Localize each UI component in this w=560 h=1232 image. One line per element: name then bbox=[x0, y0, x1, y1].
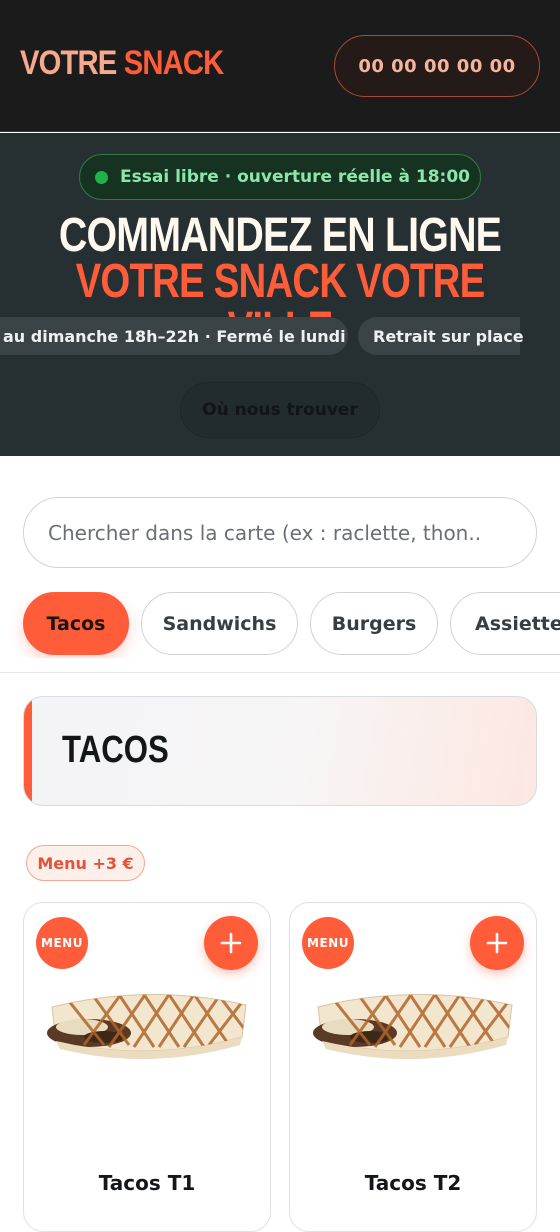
brand-word-1: VOTRE bbox=[20, 44, 117, 82]
phone-button[interactable]: 00 00 00 00 00 bbox=[334, 35, 540, 97]
product-card[interactable]: MENU Tacos T1 bbox=[23, 902, 271, 1232]
hero-banner: Essai libre · ouverture réelle à 18:00 C… bbox=[0, 133, 560, 456]
section-header: TACOS bbox=[23, 696, 537, 806]
tab-sandwichs[interactable]: Sandwichs bbox=[141, 592, 298, 655]
add-to-cart-button[interactable] bbox=[204, 916, 258, 970]
tacos-image bbox=[47, 993, 247, 1060]
menu-search bbox=[23, 497, 537, 568]
divider bbox=[0, 672, 560, 673]
status-dot-icon bbox=[95, 171, 108, 184]
menu-badge: MENU bbox=[36, 917, 88, 969]
plus-icon bbox=[486, 932, 508, 954]
hero-title-line-1: COMMANDEZ EN LIGNE bbox=[58, 209, 502, 262]
search-input[interactable] bbox=[24, 498, 536, 567]
product-name: Tacos T1 bbox=[98, 1171, 196, 1195]
status-badge: Essai libre · ouverture réelle à 18:00 bbox=[79, 154, 481, 200]
site-header: VOTRE SNACK 00 00 00 00 00 bbox=[0, 0, 560, 132]
section-title: TACOS bbox=[62, 729, 169, 771]
brand-word-2: SNACK bbox=[123, 44, 225, 82]
hours-pill: au dimanche 18h–22h · Fermé le lundi bbox=[0, 317, 348, 355]
status-text: Essai libre · ouverture réelle à 18:00 bbox=[120, 167, 470, 187]
product-name: Tacos T2 bbox=[364, 1171, 462, 1195]
tab-assiettes[interactable]: Assiettes bbox=[450, 592, 560, 655]
find-us-button[interactable]: Où nous trouver bbox=[180, 382, 380, 438]
add-to-cart-button[interactable] bbox=[470, 916, 524, 970]
category-tabs: Tacos Sandwichs Burgers Assiettes bbox=[0, 592, 560, 658]
product-card[interactable]: MENU Tacos T2 bbox=[289, 902, 537, 1232]
tacos-image bbox=[313, 993, 513, 1060]
section-accent-bar bbox=[24, 697, 32, 805]
menu-price-tag: Menu +3 € bbox=[26, 845, 145, 881]
plus-icon bbox=[220, 932, 242, 954]
tab-tacos[interactable]: Tacos bbox=[23, 592, 129, 655]
tab-burgers[interactable]: Burgers bbox=[310, 592, 438, 655]
brand-logo[interactable]: VOTRE SNACK bbox=[20, 44, 225, 83]
menu-badge: MENU bbox=[302, 917, 354, 969]
pickup-pill: Retrait sur place bbox=[358, 317, 524, 355]
